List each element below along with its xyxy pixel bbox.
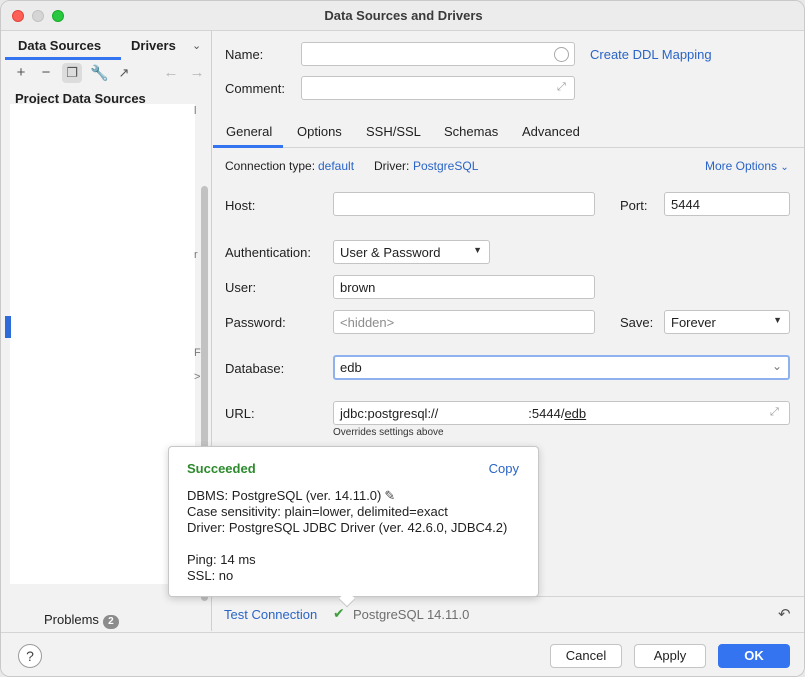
jump-to-icon[interactable]: ↗ xyxy=(116,65,132,81)
dropdown-arrow-icon: ▼ xyxy=(773,315,782,325)
clipped-text: F xyxy=(194,347,201,359)
popup-case-sensitivity: Case sensitivity: plain=lower, delimited… xyxy=(187,504,448,519)
driver-link[interactable]: PostgreSQL xyxy=(413,159,478,173)
back-arrow-icon[interactable]: ← xyxy=(163,64,179,81)
copy-link[interactable]: Copy xyxy=(489,461,519,476)
forward-arrow-icon[interactable]: → xyxy=(189,64,205,81)
help-button[interactable]: ? xyxy=(18,644,42,668)
expand-icon[interactable]: ⤢ xyxy=(770,406,779,419)
popup-ssl: SSL: no xyxy=(187,568,234,583)
popup-dbms: DBMS: PostgreSQL (ver. 14.11.0) xyxy=(187,488,382,503)
problems-count-badge: 2 xyxy=(102,615,119,629)
port-input[interactable]: 5444 xyxy=(664,192,790,216)
database-label: Database: xyxy=(225,361,285,376)
url-database: edb xyxy=(564,406,587,421)
check-icon: ✔ xyxy=(333,605,345,621)
create-ddl-mapping-link[interactable]: Create DDL Mapping xyxy=(590,47,712,62)
comment-label: Comment: xyxy=(225,81,285,96)
tab-schemas[interactable]: Schemas xyxy=(444,124,498,139)
name-input[interactable] xyxy=(301,42,575,66)
data-sources-dialog: Data Sources and Drivers Data Sources Dr… xyxy=(0,0,805,677)
ok-button[interactable]: OK xyxy=(718,644,790,668)
authentication-value: User & Password xyxy=(340,245,441,260)
save-value: Forever xyxy=(671,315,716,330)
user-label: User: xyxy=(225,280,257,295)
save-select[interactable]: Forever ▼ xyxy=(664,310,790,334)
left-tabs: Data Sources Drivers ⌄ xyxy=(5,31,212,60)
color-circle-icon[interactable] xyxy=(554,47,569,62)
pencil-icon[interactable]: ✎ xyxy=(384,488,395,504)
selected-tree-item-marker xyxy=(5,316,11,338)
cancel-button[interactable]: Cancel xyxy=(550,644,622,668)
wrench-icon[interactable]: 🔧 xyxy=(90,64,109,82)
window-title: Data Sources and Drivers xyxy=(324,8,483,23)
authentication-label: Authentication: xyxy=(225,245,312,260)
expand-icon[interactable]: ⤢ xyxy=(557,81,566,94)
comment-input[interactable] xyxy=(301,76,575,100)
tab-drivers[interactable]: Drivers xyxy=(131,38,176,53)
tab-data-sources[interactable]: Data Sources xyxy=(18,38,101,53)
name-label: Name: xyxy=(225,47,264,62)
connection-type-label: Connection type: xyxy=(225,159,316,173)
popup-dbms-line: DBMS: PostgreSQL (ver. 14.11.0) ✎ xyxy=(187,488,395,504)
url-input[interactable]: jdbc:postgresql:// :5444/edb xyxy=(333,401,790,425)
undo-icon[interactable]: ↶ xyxy=(778,605,791,623)
duplicate-icon[interactable]: ❐ xyxy=(64,65,80,81)
remove-icon[interactable]: − xyxy=(38,64,54,81)
port-label: Port: xyxy=(620,198,648,213)
chevron-down-icon[interactable]: ⌄ xyxy=(192,39,201,52)
host-label: Host: xyxy=(225,198,256,213)
test-result-text: PostgreSQL 14.11.0 xyxy=(353,607,470,622)
url-label: URL: xyxy=(225,406,255,421)
password-label: Password: xyxy=(225,315,286,330)
clipped-text: l xyxy=(194,105,197,117)
chevron-down-icon: ⌄ xyxy=(780,162,789,173)
problems-link[interactable]: Problems 2 xyxy=(44,612,119,629)
connection-type-link[interactable]: default xyxy=(318,159,354,173)
database-input[interactable]: edb ⌄ xyxy=(333,355,790,380)
more-options-label: More Options xyxy=(705,159,778,173)
tab-ssh-ssl[interactable]: SSH/SSL xyxy=(366,124,421,139)
chevron-down-icon[interactable]: ⌄ xyxy=(772,359,782,373)
save-label: Save: xyxy=(620,315,654,330)
more-options-link[interactable]: More Options ⌄ xyxy=(705,159,789,173)
tab-data-sources-indicator xyxy=(5,57,121,60)
dialog-footer: ? Cancel Apply OK xyxy=(1,632,804,676)
url-port: :5444/ xyxy=(528,406,565,421)
authentication-select[interactable]: User & Password ▼ xyxy=(333,240,490,264)
problems-label: Problems xyxy=(44,612,99,627)
popup-ping: Ping: 14 ms xyxy=(187,552,256,567)
driver-label: Driver: xyxy=(374,159,410,173)
test-connection-popup: Succeeded Copy DBMS: PostgreSQL (ver. 14… xyxy=(168,446,539,597)
add-icon[interactable]: + xyxy=(13,64,29,81)
url-hint: Overrides settings above xyxy=(333,427,444,438)
tab-general[interactable]: General xyxy=(226,124,272,139)
clipped-text: r xyxy=(194,249,198,261)
tab-general-indicator xyxy=(213,145,283,148)
password-input[interactable]: <hidden> xyxy=(333,310,595,334)
popup-driver: Driver: PostgreSQL JDBC Driver (ver. 42.… xyxy=(187,520,508,535)
popup-title: Succeeded xyxy=(187,461,256,476)
database-value: edb xyxy=(340,360,362,375)
dropdown-arrow-icon: ▼ xyxy=(473,245,482,255)
url-prefix: jdbc:postgresql:// xyxy=(340,406,439,421)
tab-options[interactable]: Options xyxy=(297,124,342,139)
clipped-text: > xyxy=(194,371,201,383)
settings-tabs: General Options SSH/SSL Schemas Advanced xyxy=(213,118,804,148)
host-input[interactable] xyxy=(333,192,595,216)
title-bar: Data Sources and Drivers xyxy=(1,1,804,31)
left-toolbar: + − ❐ 🔧 ↗ ← → xyxy=(5,62,212,86)
user-input[interactable]: brown xyxy=(333,275,595,299)
test-connection-link[interactable]: Test Connection xyxy=(224,607,317,622)
tab-advanced[interactable]: Advanced xyxy=(522,124,580,139)
apply-button[interactable]: Apply xyxy=(634,644,706,668)
